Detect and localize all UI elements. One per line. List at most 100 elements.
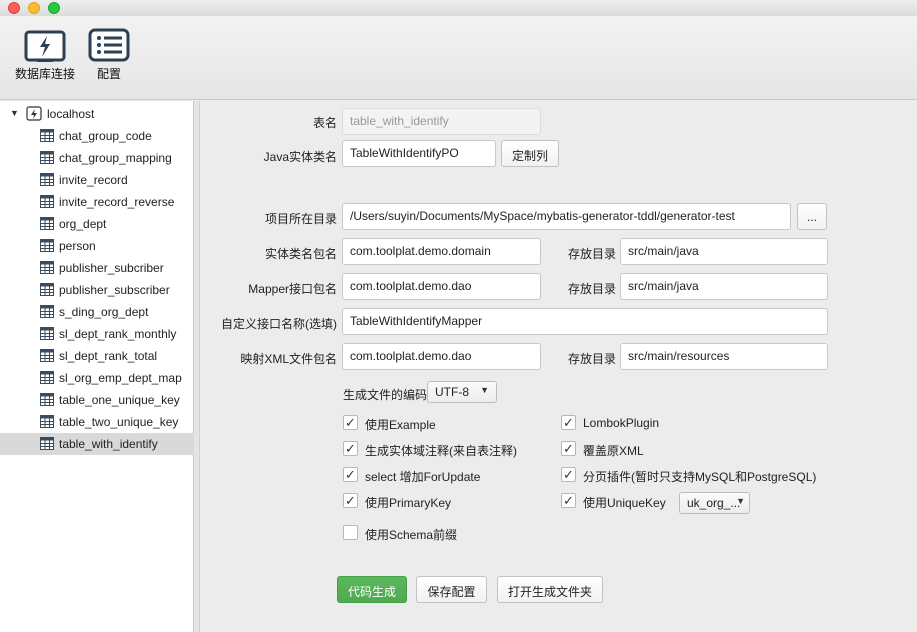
xml-package-label: 映射XML文件包名 [240, 352, 337, 366]
tree-item-table[interactable]: sl_dept_rank_monthly [0, 323, 194, 345]
checkbox-check-icon: ✓ [343, 493, 358, 508]
tree-root-localhost[interactable]: ▼ localhost [0, 104, 194, 124]
toolbar: 数据库连接 配置 [0, 16, 917, 100]
entity-package-input[interactable]: com.toolplat.demo.domain [342, 238, 541, 265]
xml-dir-input[interactable]: src/main/resources [620, 343, 828, 370]
window-titlebar [0, 0, 917, 16]
table-tree: ▼ localhost chat_group_code chat_group_ma… [0, 101, 194, 632]
mapper-package-input[interactable]: com.toolplat.demo.dao [342, 273, 541, 300]
mapper-dir-input[interactable]: src/main/java [620, 273, 828, 300]
table-icon [40, 239, 54, 255]
config-tool-button[interactable]: 配置 [88, 16, 130, 82]
tree-item-table[interactable]: invite_record_reverse [0, 191, 194, 213]
tree-item-table[interactable]: publisher_subscriber [0, 279, 194, 301]
table-icon [40, 393, 54, 409]
overwrite-xml-label: 覆盖原XML [583, 444, 644, 458]
table-icon [40, 327, 54, 343]
tree-item-table[interactable]: sl_dept_rank_total [0, 345, 194, 367]
checkbox-check-icon: ✓ [561, 493, 576, 508]
server-icon [26, 106, 42, 121]
dropdown-caret-icon: ▼ [480, 385, 489, 395]
checkbox-check-icon: ✓ [343, 415, 358, 430]
tree-item-label: chat_group_mapping [59, 151, 172, 165]
table-name-label: 表名 [312, 116, 337, 130]
use-unique-key-label: 使用UniqueKey [583, 496, 666, 510]
tree-item-label: invite_record_reverse [59, 195, 175, 209]
unique-key-select[interactable]: uk_org_... ▼ [679, 492, 750, 514]
mapper-package-label: Mapper接口包名 [248, 282, 337, 296]
config-label: 配置 [96, 67, 121, 81]
list-config-icon [88, 28, 130, 62]
zoom-window-button[interactable] [48, 2, 60, 14]
minimize-window-button[interactable] [28, 2, 40, 14]
project-dir-input[interactable]: /Users/suyin/Documents/MySpace/mybatis-g… [342, 203, 791, 230]
custom-interface-input[interactable]: TableWithIdentifyMapper [342, 308, 828, 335]
entity-dir-label: 存放目录 [567, 247, 616, 261]
open-output-folder-button[interactable]: 打开生成文件夹 [497, 576, 603, 603]
tree-item-label: s_ding_org_dept [59, 305, 149, 319]
table-icon [40, 283, 54, 299]
close-window-button[interactable] [8, 2, 20, 14]
expand-arrow-icon[interactable]: ▼ [10, 108, 19, 118]
save-config-button[interactable]: 保存配置 [416, 576, 487, 603]
tree-item-table[interactable]: invite_record [0, 169, 194, 191]
table-icon [40, 173, 54, 189]
tree-item-table[interactable]: s_ding_org_dept [0, 301, 194, 323]
encoding-value: UTF-8 [435, 385, 469, 399]
tree-item-label: invite_record [59, 173, 128, 187]
dropdown-caret-icon: ▼ [736, 496, 745, 506]
tree-item-table[interactable]: table_one_unique_key [0, 389, 194, 411]
checkbox-empty-icon [343, 525, 358, 540]
pagination-plugin-label: 分页插件(暂时只支持MySQL和PostgreSQL) [583, 470, 817, 484]
table-icon [40, 129, 54, 145]
use-example-label: 使用Example [365, 418, 436, 432]
database-connection-icon [24, 30, 66, 62]
tree-item-label: table_two_unique_key [59, 415, 179, 429]
entity-dir-input[interactable]: src/main/java [620, 238, 828, 265]
tree-item-label: table_with_identify [59, 437, 158, 451]
xml-package-input[interactable]: com.toolplat.demo.dao [342, 343, 541, 370]
tree-item-table[interactable]: person [0, 235, 194, 257]
mapper-dir-label: 存放目录 [567, 282, 616, 296]
tree-item-label: sl_dept_rank_monthly [59, 327, 177, 341]
entity-name-input[interactable]: TableWithIdentifyPO [342, 140, 496, 167]
table-icon [40, 349, 54, 365]
tree-item-label: org_dept [59, 217, 107, 231]
checkbox-check-icon: ✓ [561, 467, 576, 482]
entity-name-label: Java实体类名 [263, 150, 337, 164]
xml-dir-label: 存放目录 [567, 352, 616, 366]
tree-item-label: chat_group_code [59, 129, 152, 143]
tree-item-table[interactable]: table_two_unique_key [0, 411, 194, 433]
db-connect-label: 数据库连接 [14, 67, 75, 81]
checkbox-check-icon: ✓ [561, 415, 576, 430]
table-icon [40, 437, 54, 453]
tree-item-table[interactable]: table_with_identify [0, 433, 194, 455]
lombok-plugin-label: LombokPlugin [583, 416, 660, 430]
checkbox-check-icon: ✓ [561, 441, 576, 456]
schema-prefix-label: 使用Schema前缀 [365, 528, 458, 542]
checkbox-check-icon: ✓ [343, 467, 358, 482]
customize-columns-button[interactable]: 定制列 [501, 140, 559, 167]
tree-item-table[interactable]: org_dept [0, 213, 194, 235]
tree-item-table[interactable]: sl_org_emp_dept_map [0, 367, 194, 389]
generate-code-button[interactable]: 代码生成 [337, 576, 407, 603]
db-connect-tool-button[interactable]: 数据库连接 [14, 16, 76, 82]
split-divider[interactable] [194, 101, 200, 632]
table-icon [40, 305, 54, 321]
tree-item-table[interactable]: chat_group_code [0, 125, 194, 147]
tree-item-table[interactable]: chat_group_mapping [0, 147, 194, 169]
tree-item-label: sl_dept_rank_total [59, 349, 158, 363]
table-icon [40, 261, 54, 277]
table-name-field: table_with_identify [342, 108, 541, 135]
browse-dir-button[interactable]: ... [797, 203, 827, 230]
entity-comment-label: 生成实体域注释(来自表注释) [365, 444, 517, 458]
tree-item-label: table_one_unique_key [59, 393, 180, 407]
table-icon [40, 151, 54, 167]
select-for-update-label: select 增加ForUpdate [365, 470, 481, 484]
table-icon [40, 415, 54, 431]
custom-interface-label: 自定义接口名称(选填) [221, 317, 337, 331]
tree-item-table[interactable]: publisher_subcriber [0, 257, 194, 279]
tree-root-label: localhost [47, 107, 95, 121]
tree-item-label: person [59, 239, 96, 253]
encoding-select[interactable]: UTF-8 ▼ [427, 381, 497, 403]
